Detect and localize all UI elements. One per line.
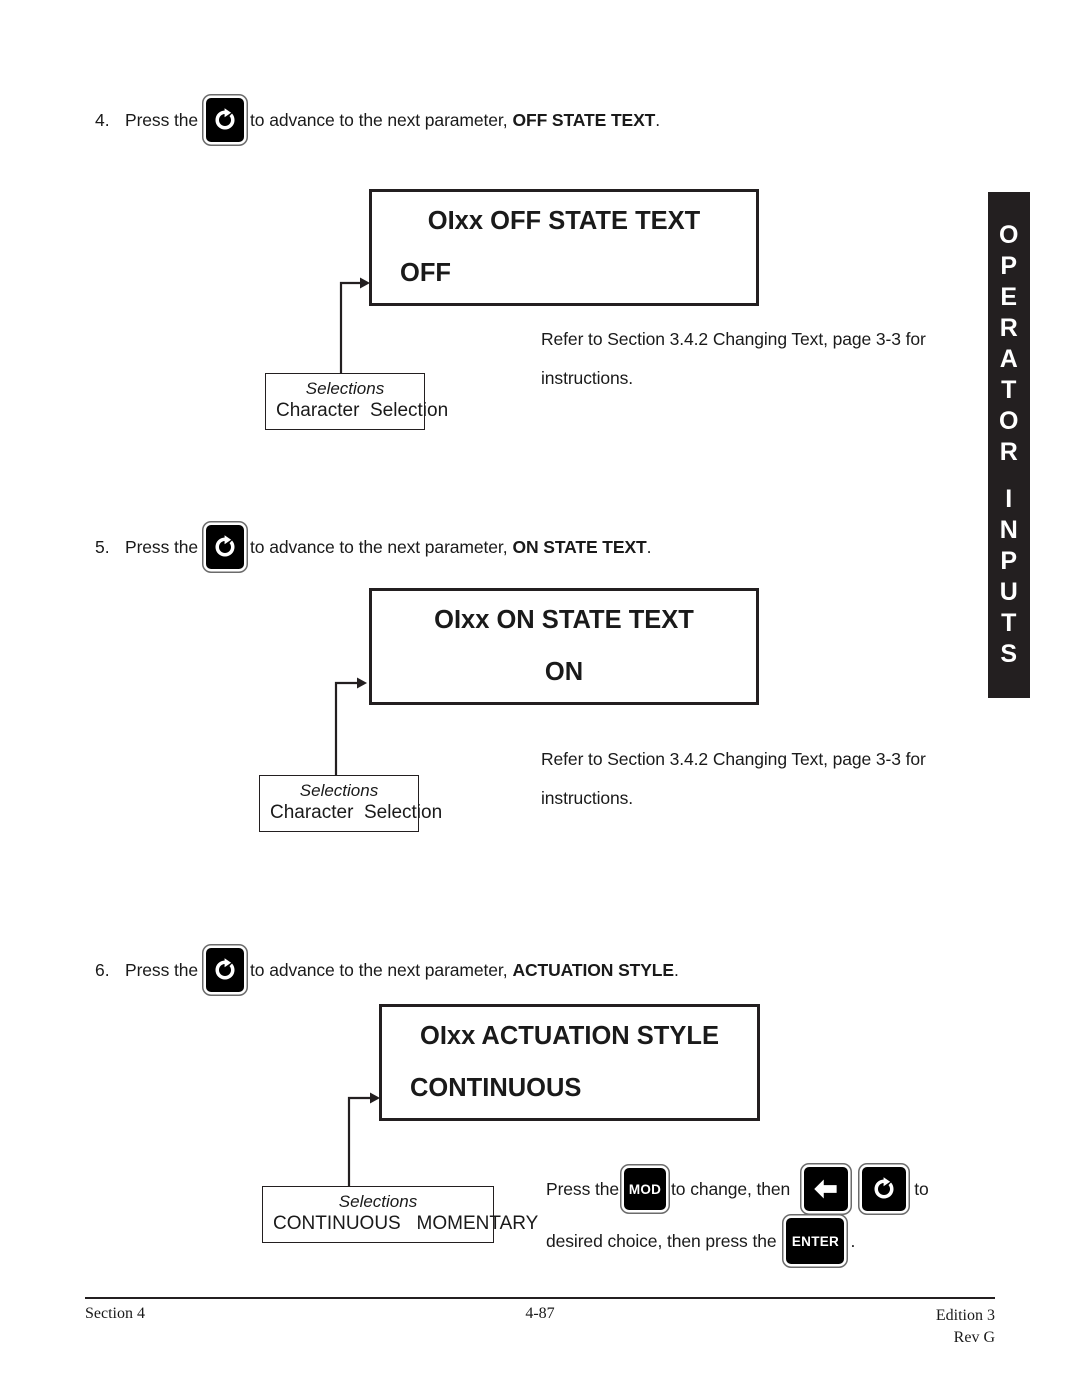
selections-box-character: Selections Character Selection xyxy=(259,775,443,832)
connector-arrow xyxy=(331,675,373,787)
instr-text: . xyxy=(850,1230,856,1251)
footer-edition: Edition 3 Rev G xyxy=(936,1305,995,1349)
cycle-arrow-icon[interactable] xyxy=(206,525,245,569)
actuation-change-instruction: Press the MOD to change, then to desired… xyxy=(546,1163,929,1267)
step-parameter: ON STATE TEXT xyxy=(512,537,647,557)
selections-heading: Selections xyxy=(305,379,385,398)
step-text-after: to advance to the next parameter, xyxy=(250,110,508,130)
edge-tab-char: I xyxy=(1005,485,1013,513)
selections-heading: Selections xyxy=(299,781,379,800)
panel-title: OIxx ACTUATION STYLE xyxy=(420,1022,719,1050)
reference-note-2: Refer to Section 3.4.2 Changing Text, pa… xyxy=(541,740,926,818)
instr-text: Press the xyxy=(546,1178,620,1199)
edge-tab-char: T xyxy=(1001,609,1017,637)
cycle-arrow-icon[interactable] xyxy=(206,948,245,992)
panel-title: OIxx OFF STATE TEXT xyxy=(427,207,701,235)
step-text-before: Press the xyxy=(125,960,199,980)
selections-box-actuation: Selections CONTINUOUS MOMENTARY xyxy=(262,1186,539,1243)
display-panel-actuation-style: OIxx ACTUATION STYLE CONTINUOUS xyxy=(379,1004,760,1121)
step-4: 4. Press the to advance to the next para… xyxy=(95,98,660,142)
step-text-before: Press the xyxy=(125,110,199,130)
edge-tab-char: N xyxy=(999,516,1019,544)
edge-tab-char: R xyxy=(999,438,1019,466)
display-panel-on-state-text: OIxx ON STATE TEXT ON xyxy=(369,588,759,705)
step-text-after: to advance to the next parameter, xyxy=(250,960,508,980)
step-5: 5. Press the to advance to the next para… xyxy=(95,525,652,569)
selections-heading: Selections xyxy=(338,1192,418,1211)
footer-page-number: 4-87 xyxy=(525,1305,555,1322)
edge-tab-char: E xyxy=(1000,283,1018,311)
footer-revision-text: Rev G xyxy=(953,1329,995,1346)
step-number: 4. xyxy=(95,110,110,130)
panel-title: OIxx ON STATE TEXT xyxy=(434,606,694,634)
connector-arrow xyxy=(336,275,376,385)
selections-box-character: Selections Character Selection xyxy=(265,373,449,430)
note-line: instructions. xyxy=(541,788,634,808)
footer-divider xyxy=(85,1297,995,1299)
step-parameter: ACTUATION STYLE xyxy=(512,960,674,980)
edge-tab-char: T xyxy=(1001,376,1017,404)
edge-tab-char: O xyxy=(999,407,1019,435)
step-parameter: OFF STATE TEXT xyxy=(512,110,656,130)
section-edge-tab: O P E R A T O R I N P U T S xyxy=(988,192,1030,698)
step-text-before: Press the xyxy=(125,537,199,557)
note-line: Refer to Section 3.4.2 Changing Text, pa… xyxy=(541,329,926,349)
step-period: . xyxy=(646,537,652,557)
note-line: instructions. xyxy=(541,368,634,388)
display-panel-off-state-text: OIxx OFF STATE TEXT OFF xyxy=(369,189,759,306)
edge-tab-char: U xyxy=(999,578,1019,606)
note-line: Refer to Section 3.4.2 Changing Text, pa… xyxy=(541,749,926,769)
step-period: . xyxy=(673,960,679,980)
selections-options: CONTINUOUS MOMENTARY xyxy=(273,1213,539,1234)
step-6: 6. Press the to advance to the next para… xyxy=(95,948,679,992)
instr-text: to xyxy=(914,1178,929,1199)
reference-note-1: Refer to Section 3.4.2 Changing Text, pa… xyxy=(541,320,926,398)
instr-text: to change, then xyxy=(671,1178,791,1199)
step-number: 5. xyxy=(95,537,110,557)
cycle-arrow-icon[interactable] xyxy=(206,98,245,142)
edge-tab-char: O xyxy=(999,221,1019,249)
step-period: . xyxy=(655,110,661,130)
panel-value: CONTINUOUS xyxy=(410,1074,582,1102)
step-text-after: to advance to the next parameter, xyxy=(250,537,508,557)
edge-tab-char: A xyxy=(999,345,1019,373)
edge-tab-char: R xyxy=(999,314,1019,342)
step-number: 6. xyxy=(95,960,110,980)
edge-tab-char: P xyxy=(1000,547,1018,575)
footer-section: Section 4 xyxy=(85,1305,145,1322)
instr-text: desired choice, then press the xyxy=(546,1230,777,1251)
panel-value: OFF xyxy=(400,259,451,287)
panel-value: ON xyxy=(544,658,584,686)
enter-key-button[interactable]: ENTER xyxy=(786,1218,845,1264)
cycle-arrow-icon[interactable] xyxy=(862,1167,907,1211)
selections-options: Character Selection xyxy=(270,802,443,823)
edge-tab-char: S xyxy=(1000,640,1018,668)
selections-options: Character Selection xyxy=(276,400,449,421)
footer-edition-text: Edition 3 xyxy=(935,1307,995,1324)
left-arrow-icon[interactable] xyxy=(804,1167,849,1211)
mod-key-button[interactable]: MOD xyxy=(624,1168,667,1210)
edge-tab-char: P xyxy=(1000,252,1018,280)
